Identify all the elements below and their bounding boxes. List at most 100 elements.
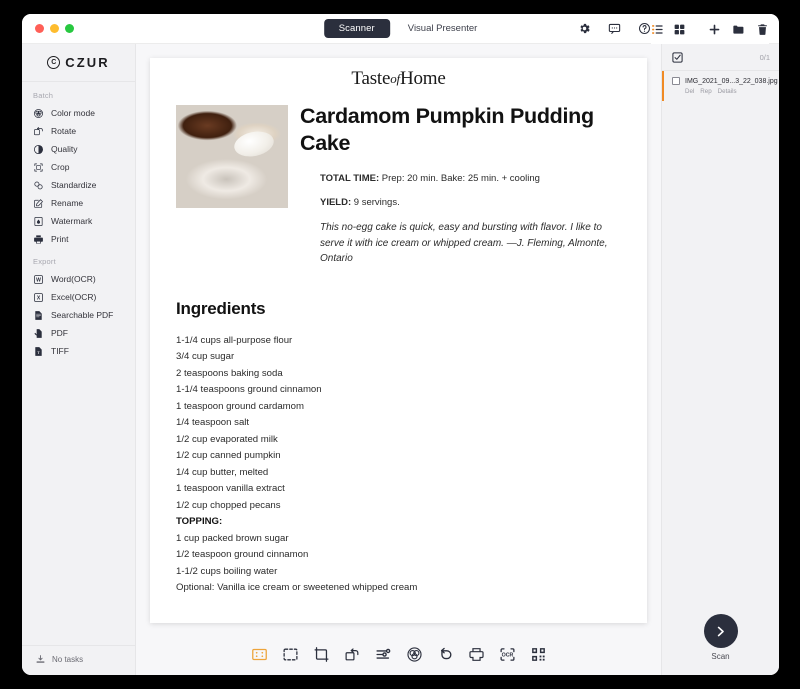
- undo-icon[interactable]: [437, 646, 454, 663]
- trash-icon[interactable]: [756, 23, 769, 36]
- czur-logo-icon: C: [47, 56, 61, 69]
- tiff-icon: T: [33, 346, 44, 357]
- tab-scanner[interactable]: Scanner: [323, 19, 390, 38]
- list-item: 1 teaspoon ground cardamom: [176, 400, 304, 412]
- recipe-header-text: Cardamom Pumpkin Pudding Cake TOTAL TIME…: [300, 101, 621, 267]
- app-body: C CZUR Batch Color mode Rotate Quality C…: [22, 44, 779, 675]
- title-bar: Scanner Visual Presenter: [22, 14, 779, 44]
- editing-toolbar: OCR: [136, 633, 661, 675]
- sidebar-item-crop[interactable]: Crop: [22, 158, 135, 176]
- help-icon[interactable]: [638, 22, 651, 35]
- list-view-icon[interactable]: [651, 23, 664, 36]
- scan-control: Scan: [662, 614, 779, 675]
- sidebar-item-print[interactable]: Print: [22, 230, 135, 248]
- quality-icon: [33, 144, 44, 155]
- total-time-line: TOTAL TIME: Prep: 20 min. Bake: 25 min. …: [320, 172, 621, 185]
- logo-part-1: Taste: [351, 68, 391, 89]
- sidebar-item-rename[interactable]: Rename: [22, 194, 135, 212]
- print-icon[interactable]: [468, 646, 485, 663]
- watermark-icon: [33, 216, 44, 227]
- list-item: 2 teaspoons baking soda: [176, 367, 283, 379]
- yield-label: YIELD:: [320, 196, 352, 208]
- yield-value: 9 servings.: [353, 196, 400, 208]
- file-actions: Del Rep Details: [685, 88, 773, 95]
- document-viewer: TasteofHome Cardamom Pumpkin Pudding Cak…: [136, 44, 661, 675]
- list-item: Optional: Vanilla ice cream or sweetened…: [176, 582, 418, 594]
- sidebar-item-label: Standardize: [51, 180, 97, 190]
- czur-app-window: Scanner Visual Presenter C CZUR Batch Co…: [22, 14, 779, 675]
- scan-button[interactable]: [703, 614, 738, 648]
- color-mode-icon[interactable]: [406, 646, 423, 663]
- file-name: IMG_2021_09...3_22_038.jpg: [685, 77, 778, 85]
- color-mode-icon: [33, 108, 44, 119]
- grid-view-icon[interactable]: [673, 23, 686, 36]
- minimize-window-button[interactable]: [50, 24, 59, 33]
- crop-icon: [33, 162, 44, 173]
- tab-visual-presenter[interactable]: Visual Presenter: [408, 23, 478, 34]
- folder-icon[interactable]: [732, 23, 745, 36]
- select-area-icon[interactable]: [282, 646, 299, 663]
- file-checkbox[interactable]: [672, 77, 680, 85]
- list-item: 3/4 cup sugar: [176, 351, 235, 363]
- word-icon: W: [33, 274, 44, 285]
- maximize-window-button[interactable]: [65, 24, 74, 33]
- list-item: 1-1/2 cups boiling water: [176, 565, 278, 577]
- section-label-batch: Batch: [33, 91, 54, 100]
- close-window-button[interactable]: [35, 24, 44, 33]
- sidebar-item-color-mode[interactable]: Color mode: [22, 104, 135, 122]
- publication-logo: TasteofHome: [176, 68, 621, 90]
- select-all-checkbox-icon[interactable]: [671, 51, 684, 64]
- list-item[interactable]: IMG_2021_09...3_22_038.jpg Del Rep Detai…: [662, 71, 779, 101]
- rename-icon: [33, 198, 44, 209]
- list-item: 1-1/4 teaspoons ground cinnamon: [176, 384, 322, 396]
- sidebar-item-searchable-pdf[interactable]: Searchable PDF: [22, 306, 135, 324]
- section-label-export: Export: [33, 257, 56, 266]
- crop-icon[interactable]: [313, 646, 330, 663]
- sidebar-item-quality[interactable]: Quality: [22, 140, 135, 158]
- pdf-icon: [33, 328, 44, 339]
- chat-icon[interactable]: [608, 22, 621, 35]
- file-action-replace[interactable]: Rep: [700, 88, 711, 95]
- recipe-header: Cardamom Pumpkin Pudding Cake TOTAL TIME…: [176, 101, 621, 267]
- rotate-icon[interactable]: [344, 646, 361, 663]
- sidebar-item-excel-ocr[interactable]: X Excel(OCR): [22, 288, 135, 306]
- list-item-heading: TOPPING:: [176, 516, 223, 528]
- task-status-label: No tasks: [52, 655, 84, 664]
- rotate-icon: [33, 126, 44, 137]
- searchable-pdf-icon: [33, 310, 44, 321]
- standardize-icon: [33, 180, 44, 191]
- sidebar-item-label: Quality: [51, 144, 78, 154]
- recipe-blurb: This no-egg cake is quick, easy and burs…: [320, 222, 608, 265]
- download-tray-icon: [35, 654, 46, 665]
- ocr-icon[interactable]: OCR: [499, 646, 516, 663]
- excel-icon: X: [33, 292, 44, 303]
- add-icon[interactable]: [708, 23, 721, 36]
- brand-label: CZUR: [65, 55, 110, 70]
- document-scroll-area[interactable]: TasteofHome Cardamom Pumpkin Pudding Cak…: [136, 44, 661, 633]
- file-name-line: IMG_2021_09...3_22_038.jpg: [672, 77, 778, 85]
- sidebar-item-rotate[interactable]: Rotate: [22, 122, 135, 140]
- file-action-delete[interactable]: Del: [685, 88, 694, 95]
- sidebar-item-watermark[interactable]: Watermark: [22, 212, 135, 230]
- task-status[interactable]: No tasks: [22, 645, 135, 675]
- logo-part-2: Home: [399, 68, 446, 89]
- window-controls: [22, 24, 74, 33]
- sidebar-item-standardize[interactable]: Standardize: [22, 176, 135, 194]
- svg-text:OCR: OCR: [501, 652, 513, 658]
- dewarp-icon[interactable]: [251, 646, 268, 663]
- total-time-value: Prep: 20 min. Bake: 25 min. + cooling: [381, 172, 540, 184]
- sidebar-item-word-ocr[interactable]: W Word(OCR): [22, 270, 135, 288]
- file-action-details[interactable]: Details: [718, 88, 737, 95]
- sidebar-item-label: TIFF: [51, 346, 69, 356]
- list-item: 1/2 cup evaporated milk: [176, 433, 278, 445]
- svg-text:W: W: [36, 277, 41, 283]
- page-title: Cardamom Pumpkin Pudding Cake: [300, 104, 594, 156]
- list-item: 1-1/4 cups all-purpose flour: [176, 334, 293, 346]
- gear-icon[interactable]: [578, 22, 591, 35]
- sidebar-item-pdf[interactable]: PDF: [22, 324, 135, 342]
- qrcode-icon[interactable]: [530, 646, 547, 663]
- sidebar-item-tiff[interactable]: T TIFF: [22, 342, 135, 360]
- ingredients-heading: Ingredients: [176, 298, 266, 318]
- adjust-icon[interactable]: [375, 646, 392, 663]
- sidebar-item-label: Excel(OCR): [51, 292, 97, 302]
